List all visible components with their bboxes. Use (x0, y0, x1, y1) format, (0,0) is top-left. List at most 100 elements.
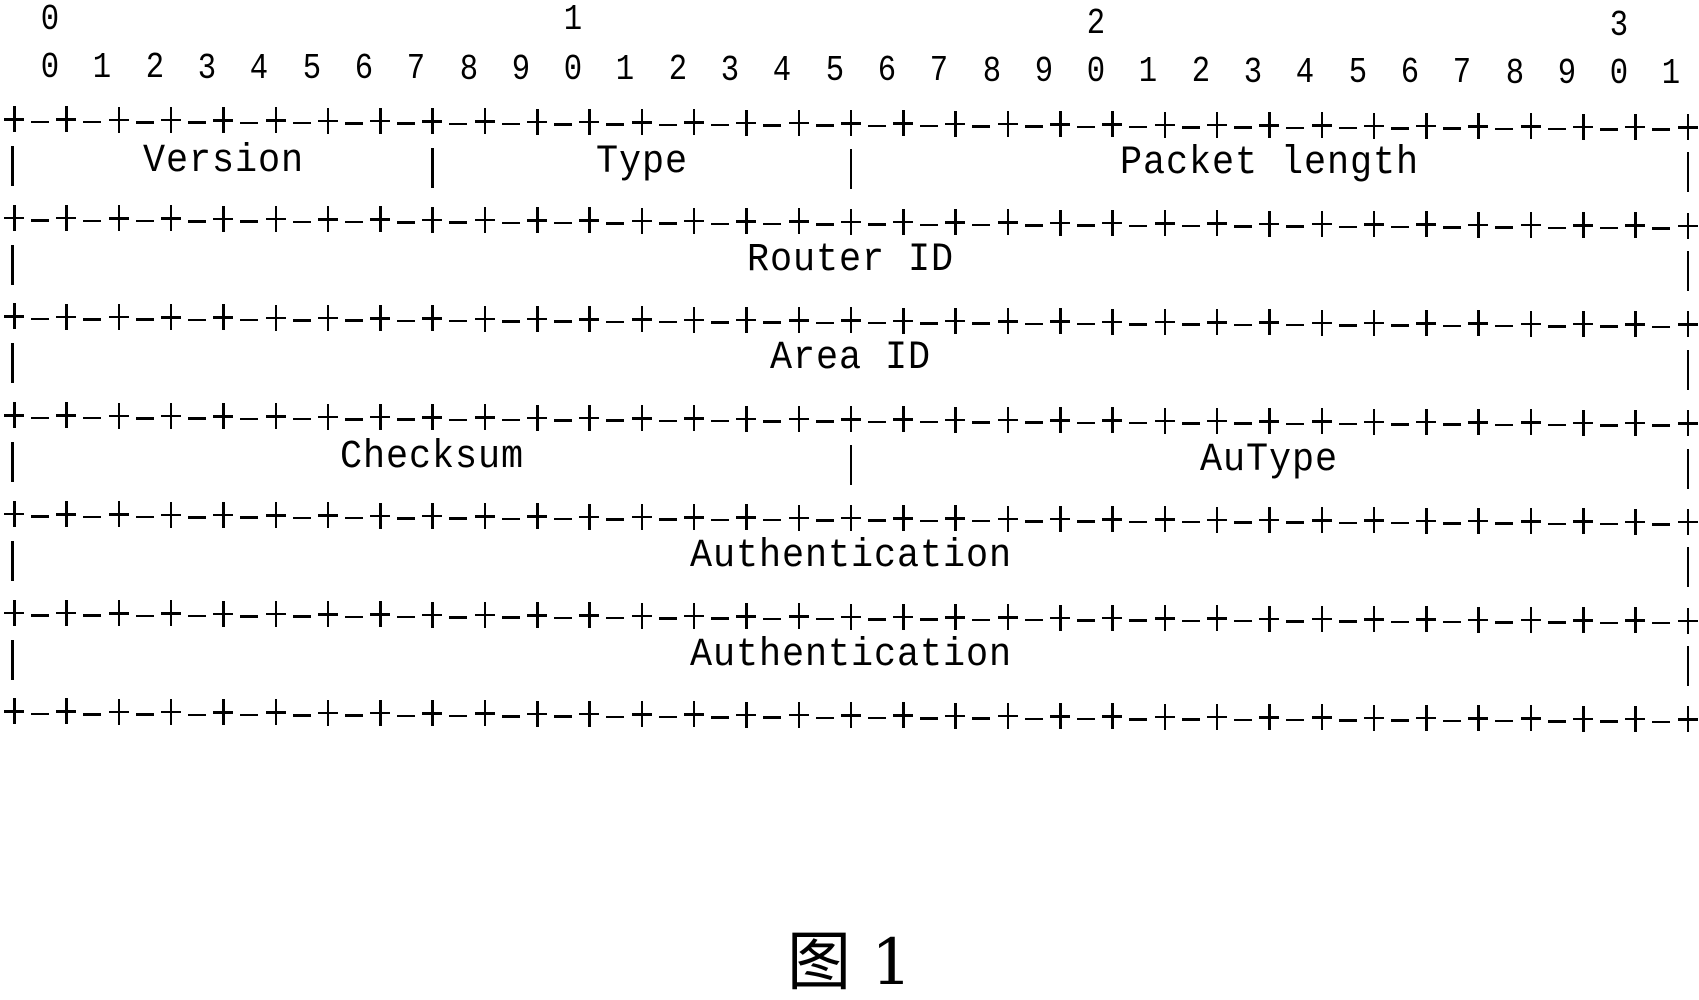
border-dash (1547, 423, 1566, 427)
bit-label: 5 (1348, 52, 1367, 93)
border-dash (1233, 225, 1252, 228)
border-dash (1077, 322, 1095, 326)
border-plus-bar (1311, 321, 1332, 325)
bit-label: 5 (302, 48, 321, 89)
border-dash (1077, 619, 1095, 622)
field-separator (1686, 547, 1690, 588)
border-dash (344, 220, 363, 224)
border-dash (31, 120, 49, 124)
border-dash (1338, 422, 1357, 426)
border-dash (606, 123, 625, 126)
bit-label: 8 (459, 48, 478, 90)
border-dash (1338, 324, 1357, 327)
border-dash (815, 321, 834, 325)
field-separator (11, 343, 14, 384)
border-plus-bar (213, 612, 234, 615)
border-plus-bar (1468, 125, 1489, 128)
border-dash (710, 419, 729, 423)
border-plus-bar (422, 416, 443, 419)
bit-label: 4 (250, 47, 269, 89)
border-plus-bar (56, 118, 77, 121)
border-plus-bar (213, 217, 234, 221)
border-dash (920, 124, 939, 128)
border-plus-bar (945, 122, 966, 125)
border-dash (1547, 621, 1566, 624)
border-plus-bar (1050, 123, 1070, 126)
border-plus-bar (893, 517, 914, 520)
border-dash (1600, 720, 1618, 723)
border-dash (1338, 521, 1357, 525)
field-separator (11, 146, 14, 186)
border-dash (554, 517, 572, 521)
border-dash (658, 123, 677, 127)
border-dash (972, 223, 991, 227)
border-plus-bar (1311, 222, 1332, 226)
border-dash (1024, 322, 1043, 326)
border-plus-bar (317, 514, 338, 517)
border-dash (240, 516, 259, 519)
border-plus-bar (108, 315, 129, 319)
bit-label: 9 (511, 48, 531, 90)
border-dash (1077, 717, 1095, 721)
border-dash (1390, 521, 1409, 525)
border-dash (972, 421, 991, 424)
border-dash (1338, 225, 1357, 228)
border-dash (815, 716, 834, 719)
border-plus-bar (840, 418, 861, 421)
border-dash (397, 319, 416, 323)
border-dash (344, 122, 363, 125)
border-plus-bar (840, 714, 861, 717)
border-dash (554, 123, 572, 126)
border-plus-bar (683, 219, 704, 223)
border-plus-bar (370, 613, 391, 616)
border-dash (1652, 621, 1671, 625)
border-plus-bar (683, 121, 704, 124)
border-dash (292, 220, 311, 223)
border-dash (763, 420, 782, 423)
border-plus-bar (736, 220, 757, 223)
border-plus-bar (1416, 618, 1437, 621)
border-plus-bar (893, 319, 914, 323)
border-plus-bar (1102, 221, 1123, 225)
border-dash (1495, 423, 1514, 427)
border-plus-bar (474, 515, 495, 518)
border-plus-bar (736, 713, 757, 717)
bit-label: 2 (145, 47, 164, 89)
border-dash (449, 714, 468, 718)
border-dash (1233, 619, 1252, 623)
border-dash (187, 614, 206, 618)
border-plus-bar (1416, 223, 1437, 226)
border-plus-bar (1311, 124, 1332, 127)
bit-label: 5 (825, 50, 844, 91)
border-plus-bar (1573, 125, 1593, 128)
border-dash (135, 417, 154, 420)
border-plus-bar (1520, 223, 1541, 227)
field-separator (1686, 645, 1690, 686)
border-dash (344, 319, 363, 322)
border-dash (1443, 423, 1462, 426)
border-plus-bar (1677, 422, 1698, 425)
border-plus-bar (213, 513, 234, 517)
border-dash (1495, 719, 1514, 723)
border-dash (344, 714, 363, 717)
border-dash (972, 125, 991, 128)
bit-label: 3 (720, 49, 740, 91)
border-plus-bar (1206, 321, 1227, 324)
border-dash (1390, 324, 1409, 327)
border-dash (344, 516, 363, 520)
border-plus-bar (527, 515, 547, 518)
border-plus-bar (840, 516, 861, 520)
border-dash (867, 321, 886, 325)
border-plus-bar (1625, 224, 1646, 227)
bit-label: 7 (1453, 52, 1472, 94)
border-dash (1181, 520, 1200, 524)
border-dash (397, 221, 416, 224)
border-dash (710, 222, 729, 225)
border-dash (815, 420, 834, 423)
border-dash (867, 124, 886, 128)
field-label-packet-length: Packet length (1119, 141, 1419, 187)
field-label-type: Type (595, 140, 688, 186)
figure-caption: 图 1 (786, 926, 913, 1000)
border-plus-bar (631, 515, 652, 519)
border-plus-bar (108, 414, 129, 418)
